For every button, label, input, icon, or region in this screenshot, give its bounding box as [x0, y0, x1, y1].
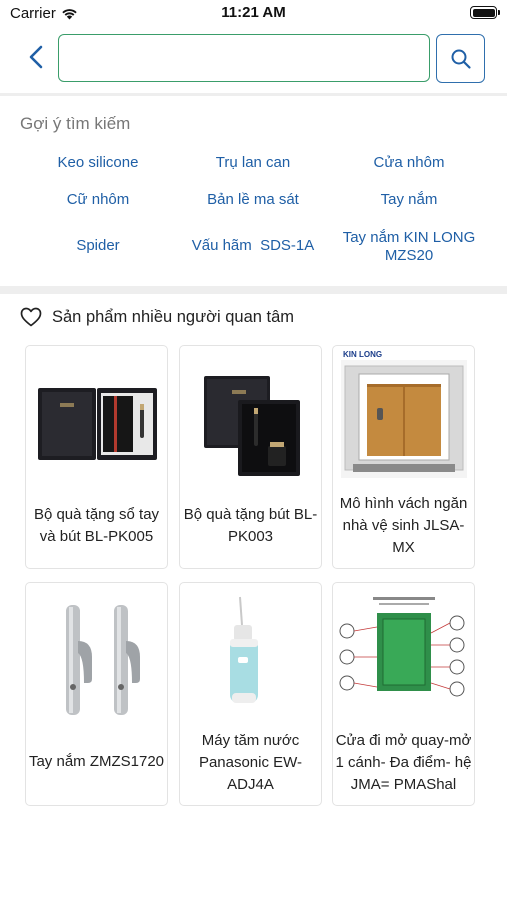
back-button[interactable]	[22, 40, 50, 74]
product-card[interactable]: Máy tăm nước Panasonic EW-ADJ4A	[179, 582, 322, 806]
product-card[interactable]: Tay nắm ZMZS1720	[25, 582, 168, 806]
search-bar	[0, 28, 507, 90]
suggestion-ban-le-ma-sat[interactable]: Bản lề ma sát	[188, 191, 318, 209]
suggestion-tru-lan-can[interactable]: Trụ lan can	[188, 154, 318, 172]
product-name: Bộ quà tặng bút BL-PK003	[183, 506, 318, 545]
status-time: 11:21 AM	[221, 4, 286, 21]
battery-icon	[470, 6, 500, 19]
product-image	[230, 596, 258, 703]
product-name: Máy tăm nước Panasonic EW-ADJ4A	[198, 732, 303, 793]
brand-logo-text: KIN LONG	[343, 350, 382, 359]
suggestion-vau-ham[interactable]: Vấu hãm SDS-1A	[178, 237, 328, 255]
product-name: Bộ quà tặng sổ tay và bút BL-PK005	[33, 506, 160, 545]
product-image	[66, 605, 140, 715]
search-icon	[451, 49, 471, 69]
heart-icon	[20, 307, 42, 327]
suggestion-tay-nam-kin-long[interactable]: Tay nắm KIN LONG MZS20	[336, 229, 482, 265]
suggestions-title: Gợi ý tìm kiếm	[20, 114, 131, 133]
product-image	[38, 388, 157, 460]
popular-section-title: Sản phẩm nhiều người quan tâm	[20, 307, 294, 327]
status-bar: Carrier 11:21 AM	[0, 0, 507, 28]
search-input[interactable]	[58, 34, 430, 82]
product-card[interactable]: Cửa đi mở quay-mở 1 cánh- Đa điểm- hệ JM…	[332, 582, 475, 806]
suggestion-cu-nhom[interactable]: Cữ nhôm	[38, 191, 158, 209]
product-image: KIN LONG	[341, 350, 467, 478]
product-image	[339, 597, 465, 697]
popular-title-label: Sản phẩm nhiều người quan tâm	[52, 307, 295, 326]
product-card[interactable]: KIN LONG Mô hình vách ngăn nhà vệ sinh J…	[332, 345, 475, 569]
suggestion-spider[interactable]: Spider	[38, 237, 158, 255]
divider	[0, 93, 507, 96]
product-image	[204, 376, 300, 476]
product-name: Tay nắm ZMZS1720	[28, 753, 165, 770]
suggestion-keo-silicone[interactable]: Keo silicone	[38, 154, 158, 172]
divider	[0, 286, 507, 294]
product-name: Mô hình vách ngăn nhà vệ sinh JLSA-MX	[339, 495, 468, 556]
suggestion-cua-nhom[interactable]: Cửa nhôm	[344, 154, 474, 172]
chevron-left-icon	[29, 45, 43, 69]
search-button[interactable]	[436, 34, 485, 83]
product-name: Cửa đi mở quay-mở 1 cánh- Đa điểm- hệ JM…	[335, 732, 472, 793]
product-card[interactable]: Bộ quà tặng sổ tay và bút BL-PK005	[25, 345, 168, 569]
product-card[interactable]: Bộ quà tặng bút BL-PK003	[179, 345, 322, 569]
suggestion-tay-nam[interactable]: Tay nắm	[344, 191, 474, 209]
